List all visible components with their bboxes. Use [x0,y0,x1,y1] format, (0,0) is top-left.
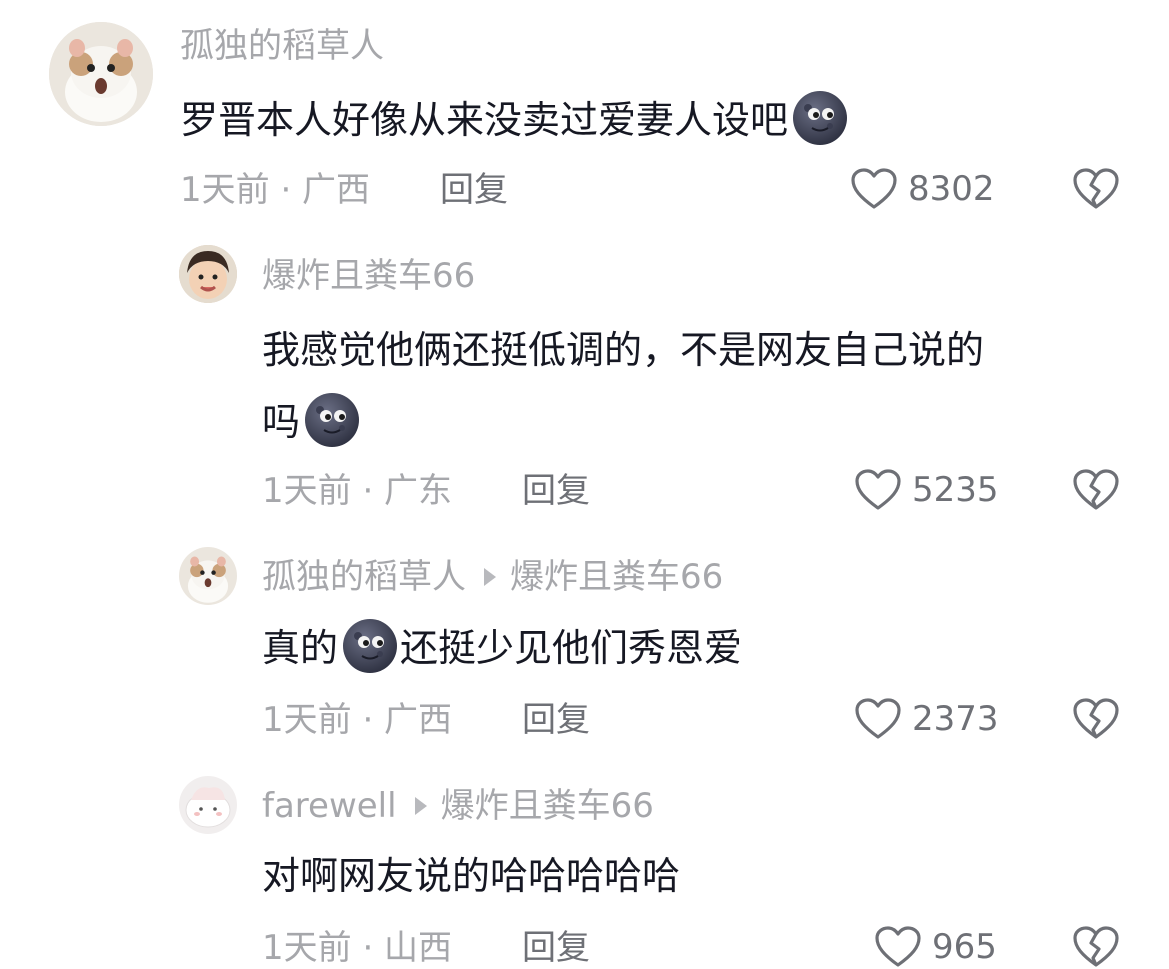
reply-button[interactable]: 回复 [440,170,508,210]
new-moon-face-emoji [792,90,848,146]
comment-username-row: 孤独的稻草人 爆炸且粪车66 [262,557,723,597]
reply-button[interactable]: 回复 [522,928,590,968]
reply-to-username[interactable]: 爆炸且粪车66 [510,557,723,597]
heart-outline-icon [874,925,922,969]
like-count: 5235 [912,470,999,510]
comment-text: 罗晋本人好像从来没卖过爱妻人设吧 [180,84,850,156]
broken-heart-icon[interactable] [1072,925,1120,969]
new-moon-face-emoji [304,392,360,448]
comment-text: 真的 还挺少见他们秀恩爱 [262,612,742,684]
new-moon-face-emoji [342,618,398,674]
reply-to-username[interactable]: 爆炸且粪车66 [441,786,654,826]
broken-heart-icon[interactable] [1072,468,1120,512]
like-count: 965 [932,927,997,967]
heart-outline-icon [850,167,898,211]
avatar[interactable] [179,245,237,303]
like-button[interactable]: 965 [874,925,997,969]
comment-text-content-2: 还挺少见他们秀恩爱 [400,626,743,670]
comment-username[interactable]: 孤独的稻草人 [180,26,384,66]
avatar[interactable] [49,22,153,126]
broken-heart-icon[interactable] [1072,697,1120,741]
like-count: 2373 [912,699,999,739]
time-location: 1天前 · 广东 [262,471,453,511]
like-button[interactable]: 8302 [850,167,995,211]
like-button[interactable]: 2373 [854,697,999,741]
comment-username-row: farewell 爆炸且粪车66 [262,786,654,826]
avatar[interactable] [179,547,237,605]
time-location: 1天前 · 山西 [262,928,453,968]
time-location: 1天前 · 广西 [262,700,453,740]
comment-text: 我感觉他俩还挺低调的，不是网友自己说的 [262,328,985,372]
comment-text-content: 真的 [262,626,339,670]
like-count: 8302 [908,169,995,209]
comment-text-content: 罗晋本人好像从来没卖过爱妻人设吧 [180,98,789,142]
comment-text-content: 吗 [262,400,301,444]
reply-button[interactable]: 回复 [522,700,590,740]
avatar[interactable] [179,776,237,834]
broken-heart-icon[interactable] [1072,167,1120,211]
comment-username[interactable]: farewell [262,786,397,826]
triangle-arrow-icon [484,567,496,586]
heart-outline-icon [854,697,902,741]
comment-text: 对啊网友说的哈哈哈哈哈 [262,854,681,898]
like-button[interactable]: 5235 [854,468,999,512]
triangle-arrow-icon [414,796,427,815]
heart-outline-icon [854,468,902,512]
comment-text-line2: 吗 [262,386,362,458]
comment-username[interactable]: 孤独的稻草人 [262,557,466,597]
time-location: 1天前 · 广西 [180,170,371,210]
comment-username[interactable]: 爆炸且粪车66 [262,256,475,296]
reply-button[interactable]: 回复 [522,471,590,511]
